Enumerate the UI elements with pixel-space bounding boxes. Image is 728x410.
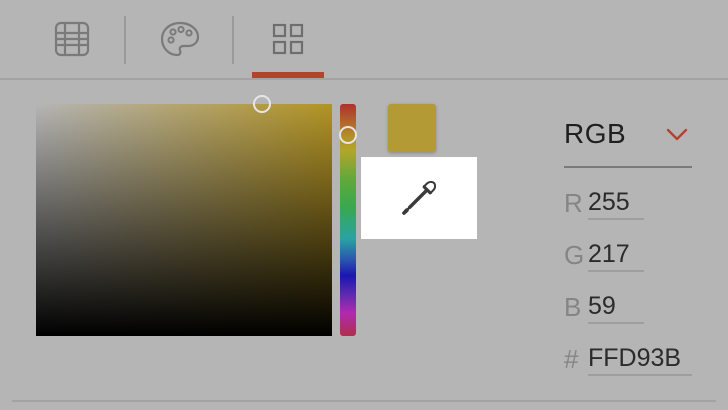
channel-input-g[interactable] [588,238,644,272]
bottom-divider [12,400,716,402]
table-grid-icon [54,21,90,57]
tab-separator [232,16,234,64]
tab-bar [0,0,728,80]
channel-row-b: B [564,290,694,326]
tab-table[interactable] [40,0,104,78]
channel-label-r: R [564,188,583,218]
tab-separator [124,16,126,64]
chevron-down-icon [666,128,688,141]
tab-grid[interactable] [256,0,320,78]
hex-label: # [564,344,579,374]
channel-row-r: R [564,186,694,222]
color-mode-dropdown[interactable]: RGB [564,108,692,168]
channel-input-b[interactable] [588,290,644,324]
channel-label-g: G [564,240,585,270]
active-tab-indicator [252,72,324,78]
eyedropper-icon [402,180,437,215]
eyedropper-button[interactable] [361,157,477,239]
channel-row-hex: # [564,342,704,378]
palette-icon [160,21,200,57]
hue-slider[interactable] [339,104,357,336]
color-swatch [388,104,436,152]
channel-input-r[interactable] [588,186,644,220]
saturation-value-area[interactable] [36,95,332,336]
channel-label-b: B [564,292,582,322]
saturation-handle[interactable] [253,95,271,113]
hue-handle[interactable] [339,126,357,144]
tab-palette[interactable] [148,0,212,78]
channel-row-g: G [564,238,694,274]
color-mode-value: RGB [564,118,627,149]
grid-squares-icon [272,23,304,55]
hex-input[interactable] [588,342,692,376]
